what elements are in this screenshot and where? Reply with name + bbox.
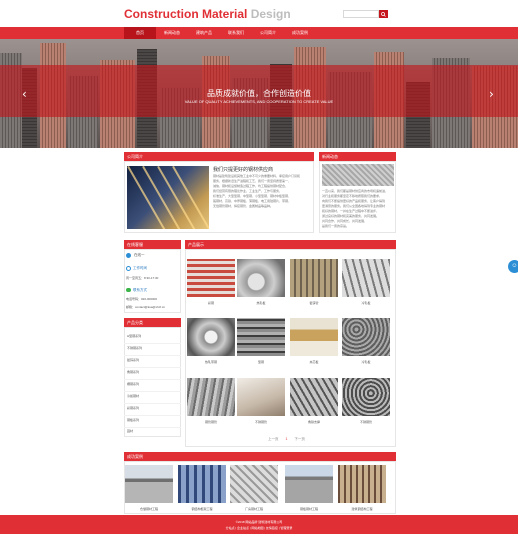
product-image[interactable]: [290, 378, 338, 416]
product-label[interactable]: 热轧带钢: [187, 360, 235, 364]
site-logo[interactable]: Construction Material Design: [124, 7, 291, 21]
search-button[interactable]: [379, 10, 388, 18]
case-label[interactable]: 厂房钢材工程: [230, 507, 278, 511]
product-label[interactable]: 热轧板: [237, 301, 285, 305]
product-label[interactable]: 冷轧板: [342, 301, 390, 305]
case-image[interactable]: [125, 465, 173, 503]
case-label[interactable]: 钢板钢材工程: [285, 507, 333, 511]
nav-item-home[interactable]: 首页: [124, 27, 156, 39]
news-panel: 一直以来，我们都是钢材供应商的市场机遇前进， 对行业和服务都坚定不移地按照我们的…: [319, 161, 396, 233]
clock-icon: [126, 266, 131, 271]
nav-item-products[interactable]: 建筑产品: [188, 27, 220, 39]
hours-text: 周一至周五：8:30-17:30: [126, 276, 159, 280]
about-image: [127, 166, 209, 229]
wechat-icon: [126, 288, 131, 292]
case-label[interactable]: 仓储钢材工程: [125, 507, 173, 511]
banner-subtitle: VALUE OF QUALITY ACHIEVEMENTS, AND COOPE…: [184, 99, 334, 104]
category-item[interactable]: 固材: [127, 429, 133, 433]
category-item[interactable]: H型钢系列: [127, 334, 141, 338]
product-image[interactable]: [342, 259, 390, 297]
search-icon: [381, 11, 386, 17]
site-footer: ©2018 网站品牌 建筑建材有限公司 分站点 | 企业站点 | 网站地图 | …: [0, 515, 518, 534]
news-line: 是我们一贯的宗旨。: [322, 224, 350, 228]
nav-item-cases[interactable]: 成功案例: [284, 27, 316, 39]
product-image[interactable]: [342, 318, 390, 356]
news-image: [322, 164, 394, 186]
qq-service-link[interactable]: 在线一: [134, 253, 145, 258]
phone-text: 电话号码：020-000000: [126, 297, 158, 301]
hours-label: 工作时间: [133, 266, 147, 270]
about-title[interactable]: 我们只提更好的钢材供应商: [213, 166, 273, 173]
categories-heading: 产品分类: [124, 318, 181, 327]
product-image[interactable]: [187, 378, 235, 416]
next-page-link[interactable]: 下一页: [294, 437, 305, 441]
prev-page-link[interactable]: 上一页: [268, 437, 279, 441]
logo-accent-text: Design: [250, 7, 291, 21]
products-heading[interactable]: 产品展示: [185, 240, 396, 249]
case-label[interactable]: 钢结构框架工程: [178, 507, 226, 511]
contact-panel: [124, 249, 181, 313]
site-header: Construction Material Design: [0, 0, 518, 28]
product-label[interactable]: 镀锌管: [290, 301, 338, 305]
news-heading[interactable]: 新闻动态: [319, 152, 396, 161]
category-item[interactable]: 钢板系列: [127, 418, 139, 422]
about-line: 无缝钢管钢材、焊接钢管、金属制品等品种。: [213, 204, 274, 208]
product-label[interactable]: 角铁支撑: [290, 420, 338, 424]
logo-main-text: Construction Material: [124, 7, 248, 21]
category-item[interactable]: 角钢系列: [127, 370, 139, 374]
category-item[interactable]: 不锈钢系列: [127, 346, 142, 350]
product-image[interactable]: [237, 318, 285, 356]
case-image[interactable]: [285, 465, 333, 503]
product-label[interactable]: 不锈钢管: [237, 420, 285, 424]
footer-links[interactable]: 分站点 | 企业站点 | 网站地图 | 友情链接 | 管理登录: [0, 526, 518, 530]
product-image[interactable]: [290, 318, 338, 356]
current-page[interactable]: 1: [285, 437, 287, 441]
product-label[interactable]: 冷轧板: [342, 360, 390, 364]
product-image[interactable]: [187, 259, 235, 297]
product-label[interactable]: 钢管钢管: [187, 420, 235, 424]
main-nav: 首页 新闻动态 建筑产品 联系我们 公司简介 成功案例: [0, 27, 518, 39]
product-image[interactable]: [237, 259, 285, 297]
case-image[interactable]: [338, 465, 386, 503]
case-image[interactable]: [178, 465, 226, 503]
case-label[interactable]: 建筑钢结构工程: [338, 507, 386, 511]
product-label[interactable]: 不锈钢管: [342, 420, 390, 424]
banner-next-arrow-icon[interactable]: ›: [489, 88, 494, 100]
category-item[interactable]: 冷拔钢材: [127, 394, 139, 398]
case-image[interactable]: [230, 465, 278, 503]
nav-item-about[interactable]: 公司简介: [252, 27, 284, 39]
category-item[interactable]: 彩钢系列: [127, 406, 139, 410]
online-service-float-button[interactable]: ☺: [508, 260, 518, 273]
product-label[interactable]: 彩钢: [187, 301, 235, 305]
banner-title: 品质成就价值，合作创造价值: [207, 89, 311, 98]
banner-prev-arrow-icon[interactable]: ‹: [22, 88, 27, 100]
product-image[interactable]: [342, 378, 390, 416]
product-image[interactable]: [237, 378, 285, 416]
contact-heading: 在线客服: [124, 240, 181, 249]
product-image[interactable]: [290, 259, 338, 297]
category-item[interactable]: 镀锌系列: [127, 358, 139, 362]
category-item[interactable]: 槽钢系列: [127, 382, 139, 386]
email-text: 邮箱：contact@kua@xhcf.cn: [126, 305, 166, 309]
product-label[interactable]: 型钢: [237, 360, 285, 364]
cases-heading[interactable]: 成功案例: [124, 452, 396, 461]
nav-item-news[interactable]: 新闻动态: [156, 27, 188, 39]
hero-banner[interactable]: 品质成就价值，合作创造价值 VALUE OF QUALITY ACHIEVEME…: [0, 39, 518, 148]
pagination: 上一页 1 下一页: [268, 437, 305, 442]
about-text: 钢材是建筑建设和其他工业中不可少的重要材料，承接用户订货和 服务，根据新旧生产进…: [213, 174, 312, 209]
product-label[interactable]: 夹芯板: [290, 360, 338, 364]
product-image[interactable]: [187, 318, 235, 356]
nav-item-contact[interactable]: 联系我们: [220, 27, 252, 39]
about-heading[interactable]: 公司简介: [124, 152, 314, 161]
chat-icon: ☺: [511, 263, 518, 269]
search-input[interactable]: [343, 10, 379, 18]
footer-copyright: ©2018 网站品牌 建筑建材有限公司: [235, 520, 283, 524]
qq-icon: [126, 253, 131, 258]
contact-method-label: 联系方式: [133, 288, 147, 292]
